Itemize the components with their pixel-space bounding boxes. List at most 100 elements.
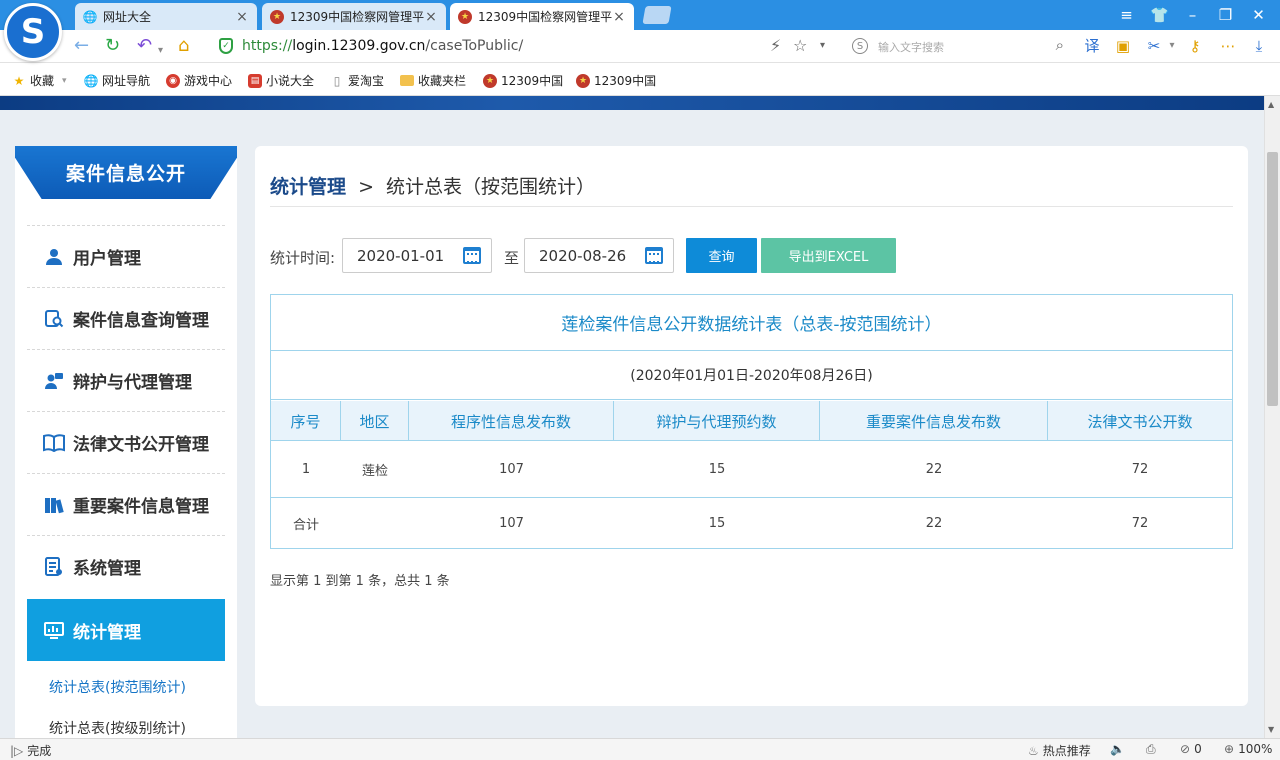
breadcrumb: 统计管理 > 统计总表（按范围统计） [270, 176, 596, 198]
search-icon[interactable]: ⌕ [1056, 36, 1064, 54]
zoom-level[interactable]: ⊕ 100% [1224, 742, 1272, 756]
cell-procedural: 107 [499, 516, 524, 531]
close-window-icon[interactable]: ✕ [1242, 6, 1275, 24]
bookmark-12309-1[interactable]: ★ 12309中国 [483, 72, 563, 89]
sidebar-item-case-query[interactable]: 案件信息查询管理 [27, 287, 225, 349]
cell-important: 22 [925, 516, 943, 531]
minimize-icon[interactable]: – [1176, 6, 1209, 24]
close-icon[interactable]: × [235, 9, 249, 25]
table-row: 1 莲检 107 15 22 72 [271, 442, 1232, 498]
sidebar-item-important-cases[interactable]: 重要案件信息管理 [27, 473, 225, 535]
tab-12309-admin-2[interactable]: ★ 12309中国检察网管理平 × [450, 3, 634, 30]
lightning-icon[interactable]: ⚡ [770, 36, 781, 55]
sidebar-title: 案件信息公开 [15, 146, 237, 199]
open-book-icon [43, 432, 65, 454]
home-icon[interactable]: ⌂ [178, 36, 189, 56]
calendar-icon[interactable] [645, 247, 663, 264]
case-search-icon [43, 308, 65, 330]
globe-icon: 🌐 [82, 9, 98, 24]
undo-icon[interactable]: ↶ [137, 36, 152, 56]
subitem-stat-by-level[interactable]: 统计总表(按级别统计) [49, 718, 186, 738]
start-date-input[interactable]: 2020-01-01 [342, 238, 492, 273]
table-total-row: 合计 107 15 22 72 [271, 499, 1232, 548]
bookmark-novels[interactable]: ▤ 小说大全 [248, 72, 314, 89]
undo-dropdown-icon[interactable]: ▾ [158, 41, 163, 61]
search-engine-icon: S [852, 38, 868, 54]
emblem-icon: ★ [270, 9, 284, 24]
query-button[interactable]: 查询 [686, 238, 757, 273]
key-icon[interactable]: ⚷ [1186, 37, 1204, 55]
close-icon[interactable]: × [612, 9, 626, 25]
refresh-icon[interactable]: ↻ [105, 36, 120, 56]
ad-block-counter[interactable]: ⊘ 0 [1180, 742, 1202, 756]
column-header: 地区 [341, 401, 409, 441]
calendar-icon[interactable] [463, 247, 481, 264]
restore-icon[interactable]: ❐ [1209, 6, 1242, 24]
scroll-up-icon[interactable]: ▲ [1268, 100, 1274, 109]
chevron-down-icon[interactable]: ▾ [820, 40, 825, 51]
end-date-input[interactable]: 2020-08-26 [524, 238, 674, 273]
panel-toggle-icon[interactable]: |▷ [10, 744, 23, 758]
subitem-stat-by-range[interactable]: 统计总表(按范围统计) [49, 677, 186, 697]
menu-icon[interactable]: ≡ [1110, 6, 1143, 24]
download-icon[interactable]: ⤓ [1250, 37, 1268, 55]
to-label: 至 [504, 249, 520, 267]
column-header: 序号 [271, 401, 341, 441]
sidebar-item-legal-documents[interactable]: 法律文书公开管理 [27, 411, 225, 473]
cell-region [341, 499, 409, 548]
tab-url-directory[interactable]: 🌐 网址大全 × [75, 3, 257, 30]
divider [270, 206, 1233, 207]
column-header: 程序性信息发布数 [409, 401, 614, 441]
export-excel-button[interactable]: 导出到EXCEL [761, 238, 896, 273]
page-scrollbar[interactable]: ▲ ▼ [1264, 96, 1280, 738]
scissors-icon[interactable]: ✂ [1145, 37, 1163, 55]
more-icon[interactable]: ⋯ [1219, 37, 1237, 55]
scrollbar-thumb[interactable] [1267, 152, 1278, 406]
star-icon[interactable]: ☆ [793, 36, 807, 55]
cell-documents: 72 [1131, 516, 1149, 531]
breadcrumb-root[interactable]: 统计管理 [270, 176, 346, 198]
breadcrumb-current: 统计总表（按范围统计） [386, 176, 596, 198]
table-title: 莲检案件信息公开数据统计表（总表-按范围统计） [271, 295, 1232, 351]
bookmark-12309-2[interactable]: ★ 12309中国 [576, 72, 656, 89]
back-icon[interactable]: ← [74, 36, 89, 56]
tab-12309-admin-1[interactable]: ★ 12309中国检察网管理平 × [262, 3, 446, 30]
sidebar-item-system-management[interactable]: 系统管理 [27, 535, 225, 597]
sidebar-item-defense-agency[interactable]: 辩护与代理管理 [27, 349, 225, 411]
monitor-chart-icon [43, 619, 65, 641]
url-field[interactable]: https://login.12309.gov.cn/caseToPublic/ [242, 38, 523, 54]
cell-index: 1 [301, 462, 311, 477]
bookmark-favorites[interactable]: ★ 收藏 ▾ [12, 72, 67, 89]
main-panel: 统计管理 > 统计总表（按范围统计） 统计时间: 2020-01-01 至 20… [255, 146, 1248, 706]
books-icon [43, 494, 65, 516]
table-date-range: (2020年01月01日-2020年08月26日) [271, 351, 1232, 400]
bookmark-folder[interactable]: 收藏夹栏 [400, 72, 466, 89]
skin-icon[interactable]: 👕 [1143, 6, 1176, 24]
extension-icon[interactable]: ▣ [1114, 37, 1132, 55]
search-box[interactable]: S 输入文字搜索 ⌕ [848, 36, 1068, 56]
sound-icon[interactable]: 🔈 [1110, 742, 1129, 756]
globe-icon: 🌐 [83, 73, 99, 88]
book-icon: ▤ [248, 73, 262, 88]
screenshot-icon[interactable]: ⎙ [1146, 742, 1160, 757]
new-tab-button[interactable] [642, 6, 672, 24]
close-icon[interactable]: × [424, 9, 438, 25]
bookmark-game-center[interactable]: ◉ 游戏中心 [166, 72, 232, 89]
flame-icon: ♨ [1028, 743, 1039, 758]
translate-icon[interactable]: 译 [1083, 37, 1101, 55]
bookmark-taobao[interactable]: ▯ 爱淘宝 [330, 72, 384, 89]
chevron-down-icon[interactable]: ▾ [1163, 37, 1181, 55]
bookmark-url-nav[interactable]: 🌐 网址导航 [84, 72, 150, 89]
sidebar-item-statistics[interactable]: 统计管理 [27, 599, 225, 661]
sidebar-item-user-management[interactable]: 用户管理 [27, 225, 225, 287]
cell-region: 莲检 [361, 464, 388, 479]
hot-recommend[interactable]: ♨ 热点推荐 [1028, 742, 1091, 759]
column-header: 法律文书公开数 [1087, 412, 1193, 431]
bookmarks-bar: ★ 收藏 ▾ 🌐 网址导航 ◉ 游戏中心 ▤ 小说大全 ▯ 爱淘宝 收藏夹栏 ★ 12309中… [0, 63, 1280, 96]
column-header: 辩护与代理预约数 [614, 401, 820, 441]
scroll-down-icon[interactable]: ▼ [1268, 725, 1274, 734]
emblem-icon: ★ [483, 73, 497, 88]
status-bar: |▷ 完成 ♨ 热点推荐 🔈 ⎙ ⊘ 0 ⊕ 100% [0, 738, 1280, 760]
chevron-down-icon: ▾ [62, 75, 67, 86]
cell-documents: 72 [1131, 462, 1149, 477]
